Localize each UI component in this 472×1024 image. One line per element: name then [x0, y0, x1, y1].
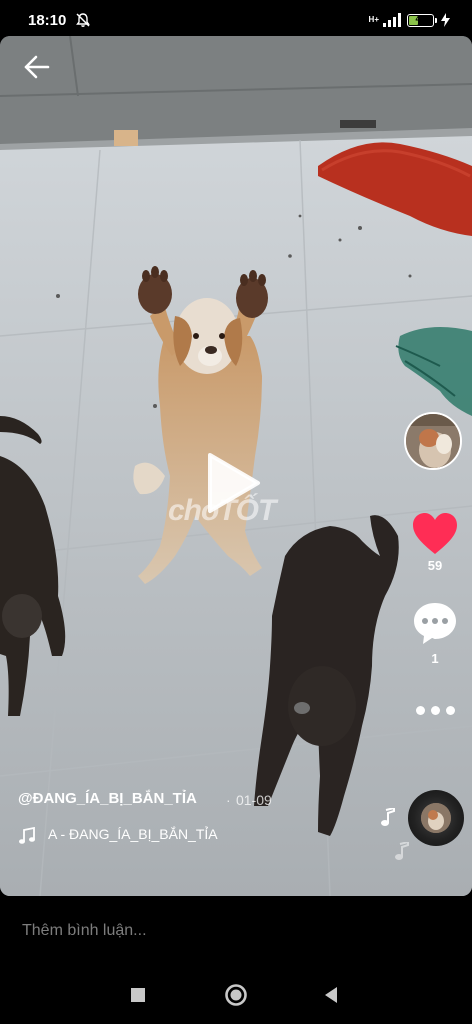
post-date: 01-09 — [236, 792, 272, 808]
mute-icon — [76, 13, 90, 27]
video-player[interactable]: choTỐT — [0, 36, 472, 896]
back-icon[interactable] — [319, 982, 345, 1008]
heart-icon[interactable] — [410, 510, 460, 558]
caption-separator: · — [226, 792, 231, 808]
home-icon[interactable] — [223, 982, 249, 1008]
comment-icon[interactable] — [411, 600, 459, 646]
status-indicators: H+ 40 — [369, 12, 450, 28]
music-note-icon — [381, 808, 395, 826]
system-nav-bar — [0, 966, 472, 1024]
creator-avatar[interactable] — [404, 412, 462, 470]
music-disc-icon[interactable] — [408, 790, 464, 846]
recents-icon[interactable] — [125, 982, 151, 1008]
more-icon[interactable] — [410, 700, 460, 720]
charging-icon — [441, 13, 450, 27]
battery-tip — [435, 17, 437, 23]
status-bar: 18:10 H+ 40 — [0, 0, 472, 40]
comment-count: 1 — [431, 651, 439, 666]
music-title[interactable]: A - ĐANG_ÍA_BỊ_BẮN_TỈA — [48, 826, 236, 846]
more-dot — [445, 705, 455, 715]
network-type: H+ — [368, 15, 379, 24]
music-note-icon — [395, 842, 409, 860]
music-icon — [19, 827, 35, 844]
comment-input[interactable] — [0, 896, 472, 966]
more-dot — [415, 705, 425, 715]
music-cover-image — [421, 803, 451, 833]
signal-icon — [383, 13, 401, 27]
watermark: choTỐT — [168, 494, 276, 527]
battery-icon: 40 — [407, 13, 437, 27]
back-arrow-icon[interactable] — [18, 50, 56, 84]
music-disc-cover — [421, 803, 451, 833]
like-count: 59 — [427, 558, 443, 573]
battery-percent: 40 — [415, 13, 426, 24]
author-handle[interactable]: @ĐANG_ÍA_BỊ_BẮN_TỈA — [18, 790, 197, 807]
more-dot — [430, 705, 440, 715]
status-time: 18:10 — [28, 12, 67, 29]
